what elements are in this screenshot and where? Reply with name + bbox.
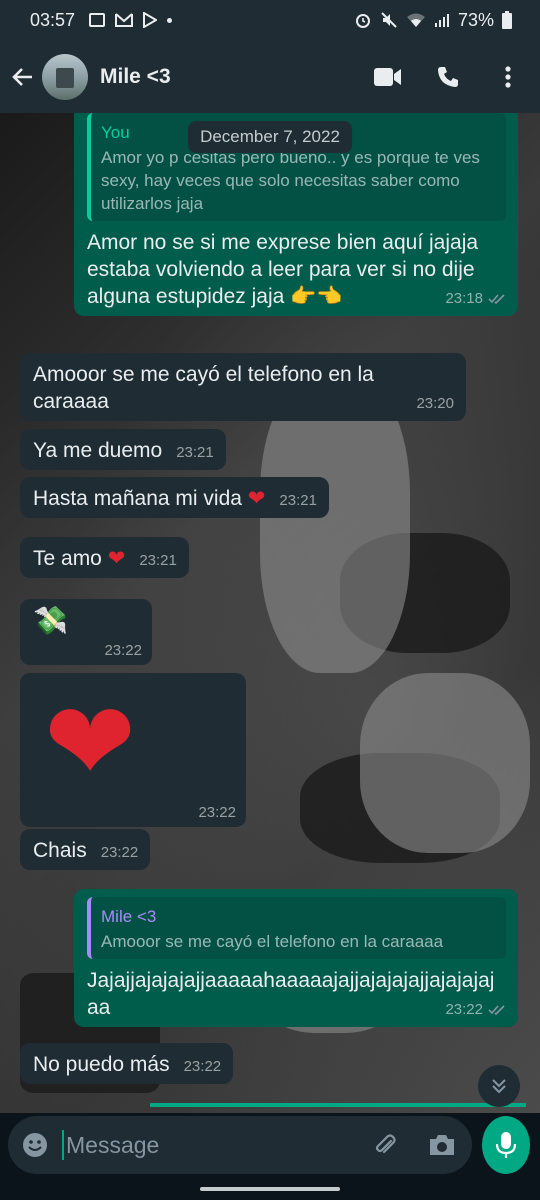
wallpaper-shape bbox=[360, 673, 530, 853]
message-time: 23:21 bbox=[176, 444, 214, 461]
heart-emoji: ❤ bbox=[247, 487, 266, 510]
message-time: 23:22 bbox=[100, 844, 139, 861]
gmail-notification-icon bbox=[115, 13, 134, 27]
mic-icon bbox=[495, 1132, 517, 1158]
voice-message-button[interactable] bbox=[482, 1116, 530, 1174]
battery-icon bbox=[502, 11, 512, 29]
message-incoming[interactable]: Amooor se me cayó el telefono en la cara… bbox=[20, 353, 466, 421]
message-time: 23:21 bbox=[279, 492, 317, 509]
message-input[interactable] bbox=[66, 1131, 362, 1159]
message-text: Chais bbox=[33, 839, 87, 862]
read-ticks-icon bbox=[488, 1005, 505, 1016]
status-right: 73% bbox=[354, 10, 512, 31]
more-options-button[interactable] bbox=[494, 63, 522, 91]
mute-icon bbox=[381, 12, 397, 28]
big-heart-emoji: ❤ bbox=[44, 681, 137, 804]
quote-text: Amooor se me cayó el telefono en la cara… bbox=[101, 932, 444, 951]
message-time: 23:20 bbox=[416, 395, 454, 412]
message-text: No puedo más bbox=[33, 1053, 170, 1076]
more-vert-icon bbox=[505, 65, 511, 88]
signal-icon bbox=[434, 14, 449, 27]
message-meta: 23:20 bbox=[416, 396, 454, 412]
back-arrow-icon bbox=[12, 67, 32, 86]
message-meta: 23:21 bbox=[176, 445, 214, 461]
message-text: Jajajjajajajajjaaaaahaaaaajajjajajajajja… bbox=[87, 969, 495, 1019]
message-meta: 23:22 bbox=[104, 643, 142, 659]
message-text: Hasta mañana mi vida bbox=[33, 487, 242, 510]
play-store-notification-icon bbox=[143, 12, 158, 28]
contact-name[interactable]: Mile <3 bbox=[100, 65, 374, 89]
message-meta: 23:22 bbox=[198, 805, 236, 821]
composer bbox=[0, 1113, 540, 1177]
money-wings-emoji: 💸 bbox=[33, 605, 68, 636]
gallery-notification-icon bbox=[89, 13, 106, 27]
system-nav-bar bbox=[0, 1177, 540, 1200]
scroll-down-icon bbox=[492, 1079, 506, 1094]
message-text: Ya me duemo bbox=[33, 439, 163, 462]
voice-call-button[interactable] bbox=[434, 63, 462, 91]
message-meta: 23:22 bbox=[101, 845, 139, 861]
media-progress-bar bbox=[150, 1103, 526, 1107]
message-incoming[interactable]: Chais 23:22 bbox=[20, 829, 151, 870]
notification-icons bbox=[89, 12, 173, 28]
message-text: Amor no se si me exprese bien aquí jajaj… bbox=[87, 231, 479, 308]
video-call-icon bbox=[374, 67, 401, 86]
message-input-box bbox=[8, 1116, 472, 1174]
message-time: 23:22 bbox=[198, 804, 236, 821]
message-meta: 23:21 bbox=[139, 553, 177, 569]
message-meta: 23:18 bbox=[445, 291, 506, 307]
camera-icon[interactable] bbox=[428, 1133, 456, 1157]
message-outgoing[interactable]: Mile <3 Amooor se me cayó el telefono en… bbox=[74, 889, 518, 1027]
message-incoming[interactable]: ❤ 23:22 bbox=[20, 673, 246, 827]
message-time: 23:18 bbox=[445, 290, 483, 307]
message-incoming[interactable]: Te amo ❤ 23:21 bbox=[20, 537, 189, 578]
message-text: Te amo bbox=[33, 547, 102, 570]
status-bar: 03:57 73% bbox=[0, 0, 540, 40]
status-time: 03:57 bbox=[30, 9, 76, 30]
attach-icon[interactable] bbox=[372, 1132, 398, 1158]
read-ticks-icon bbox=[488, 294, 505, 305]
battery-percent: 73% bbox=[457, 9, 494, 30]
message-incoming[interactable]: Hasta mañana mi vida ❤ 23:21 bbox=[20, 477, 329, 518]
header-actions bbox=[374, 63, 522, 91]
avatar[interactable] bbox=[42, 53, 88, 100]
back-button[interactable] bbox=[10, 64, 36, 90]
message-incoming[interactable]: Ya me duemo 23:21 bbox=[20, 429, 226, 470]
input-actions bbox=[372, 1132, 456, 1158]
video-call-button[interactable] bbox=[374, 63, 402, 91]
text-caret bbox=[62, 1130, 64, 1160]
more-notifications-dot bbox=[167, 17, 173, 23]
date-chip: December 7, 2022 bbox=[188, 121, 352, 153]
home-gesture-pill[interactable] bbox=[200, 1186, 340, 1191]
quote-author: Mile <3 bbox=[101, 907, 157, 926]
message-time: 23:21 bbox=[139, 552, 177, 569]
quoted-message[interactable]: Mile <3 Amooor se me cayó el telefono en… bbox=[87, 897, 506, 959]
phone-icon bbox=[438, 66, 458, 87]
message-time: 23:22 bbox=[183, 1058, 222, 1075]
message-time: 23:22 bbox=[104, 642, 142, 659]
message-incoming[interactable]: No puedo más 23:22 bbox=[20, 1043, 234, 1084]
message-meta: 23:22 bbox=[184, 1059, 222, 1075]
message-text: Amooor se me cayó el telefono en la cara… bbox=[33, 363, 374, 413]
message-meta: 23:21 bbox=[279, 493, 317, 509]
heart-emoji: ❤ bbox=[107, 547, 126, 570]
message-incoming[interactable]: 💸 23:22 bbox=[20, 599, 152, 665]
scroll-down-button[interactable] bbox=[478, 1065, 520, 1107]
wifi-icon bbox=[406, 13, 425, 27]
alarm-icon bbox=[355, 14, 370, 28]
chat-area[interactable]: December 7, 2022 You Amor yo p cesitas p… bbox=[0, 113, 540, 1113]
chat-header: Mile <3 bbox=[0, 40, 540, 113]
message-time: 23:22 bbox=[445, 1001, 483, 1018]
quote-text: Amor yo p cesitas pero bueno.. y es porq… bbox=[101, 148, 480, 213]
message-meta: 23:22 bbox=[445, 1002, 506, 1018]
emoji-icon[interactable] bbox=[22, 1132, 48, 1158]
